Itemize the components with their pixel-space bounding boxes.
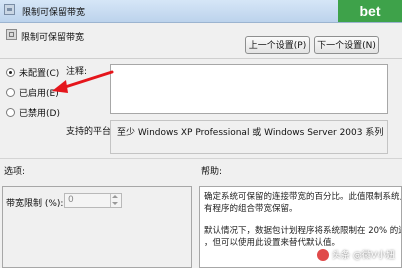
annotation-arrow-icon — [52, 70, 114, 93]
